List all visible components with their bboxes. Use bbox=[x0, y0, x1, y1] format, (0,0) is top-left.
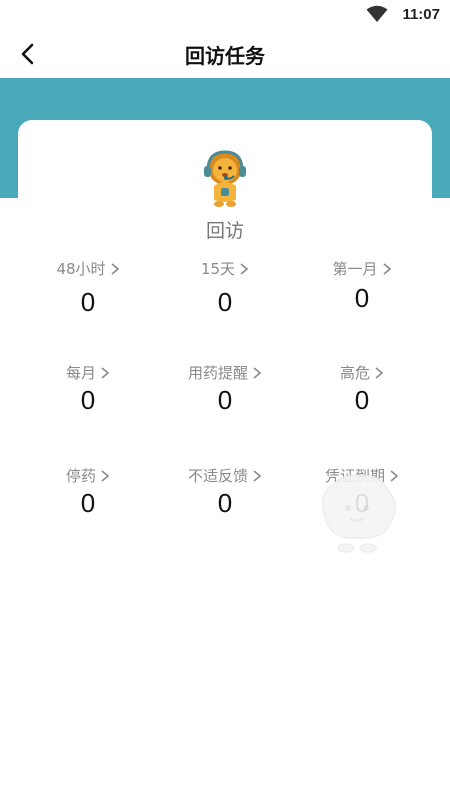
task-count: 0 bbox=[354, 385, 370, 415]
task-label: 第一月 bbox=[332, 260, 378, 278]
chevron-right-icon bbox=[382, 262, 391, 275]
task-discontinued[interactable]: 停药 0 bbox=[13, 465, 163, 519]
task-count: 0 bbox=[217, 287, 233, 317]
task-label-container: 第一月 bbox=[332, 258, 391, 279]
task-label: 48小时 bbox=[56, 260, 106, 278]
task-label-container: 每月 bbox=[66, 362, 110, 383]
task-count: 0 bbox=[80, 287, 96, 317]
lion-mascot-icon bbox=[204, 150, 246, 207]
task-label-container: 15天 bbox=[201, 258, 249, 279]
task-label-container: 48小时 bbox=[56, 258, 119, 279]
task-medication-reminder[interactable]: 用药提醒 0 bbox=[150, 362, 300, 416]
status-bar: 11:07 bbox=[0, 0, 450, 30]
card-title: 回访 bbox=[205, 220, 244, 242]
task-label: 15天 bbox=[200, 260, 236, 278]
task-high-risk[interactable]: 高危 0 bbox=[287, 362, 437, 416]
chevron-right-icon bbox=[101, 469, 110, 482]
mascot-watermark-icon bbox=[321, 474, 396, 553]
task-monthly[interactable]: 每月 0 bbox=[13, 362, 163, 416]
task-count: 0 bbox=[80, 488, 96, 518]
chevron-right-icon bbox=[375, 366, 384, 379]
chevron-right-icon bbox=[253, 469, 262, 482]
top-bar: 回访任务 bbox=[0, 30, 450, 78]
task-label: 用药提醒 bbox=[187, 364, 248, 382]
task-label-container: 用药提醒 bbox=[188, 362, 262, 383]
task-48h[interactable]: 48小时 0 bbox=[13, 258, 163, 318]
wifi-icon bbox=[366, 5, 388, 22]
task-15-days[interactable]: 15天 0 bbox=[150, 258, 300, 318]
task-label: 不适反馈 bbox=[187, 467, 248, 485]
task-label: 每月 bbox=[65, 364, 96, 382]
status-time: 11:07 bbox=[402, 6, 440, 23]
task-discomfort-feedback[interactable]: 不适反馈 0 bbox=[150, 465, 300, 519]
page-title: 回访任务 bbox=[185, 44, 265, 68]
chevron-right-icon bbox=[111, 262, 119, 275]
task-label: 停药 bbox=[65, 467, 96, 485]
chevron-right-icon bbox=[253, 366, 262, 379]
task-label-container: 不适反馈 bbox=[188, 465, 262, 486]
task-label-container: 停药 bbox=[66, 465, 110, 486]
chevron-right-icon bbox=[240, 262, 249, 275]
task-count: 0 bbox=[354, 283, 370, 313]
task-count: 0 bbox=[217, 488, 233, 518]
task-label: 高危 bbox=[339, 364, 370, 382]
task-count: 0 bbox=[217, 385, 233, 415]
task-label-container: 高危 bbox=[340, 362, 384, 383]
task-first-month[interactable]: 第一月 0 bbox=[287, 258, 437, 314]
task-count: 0 bbox=[80, 385, 96, 415]
chevron-right-icon bbox=[101, 366, 110, 379]
